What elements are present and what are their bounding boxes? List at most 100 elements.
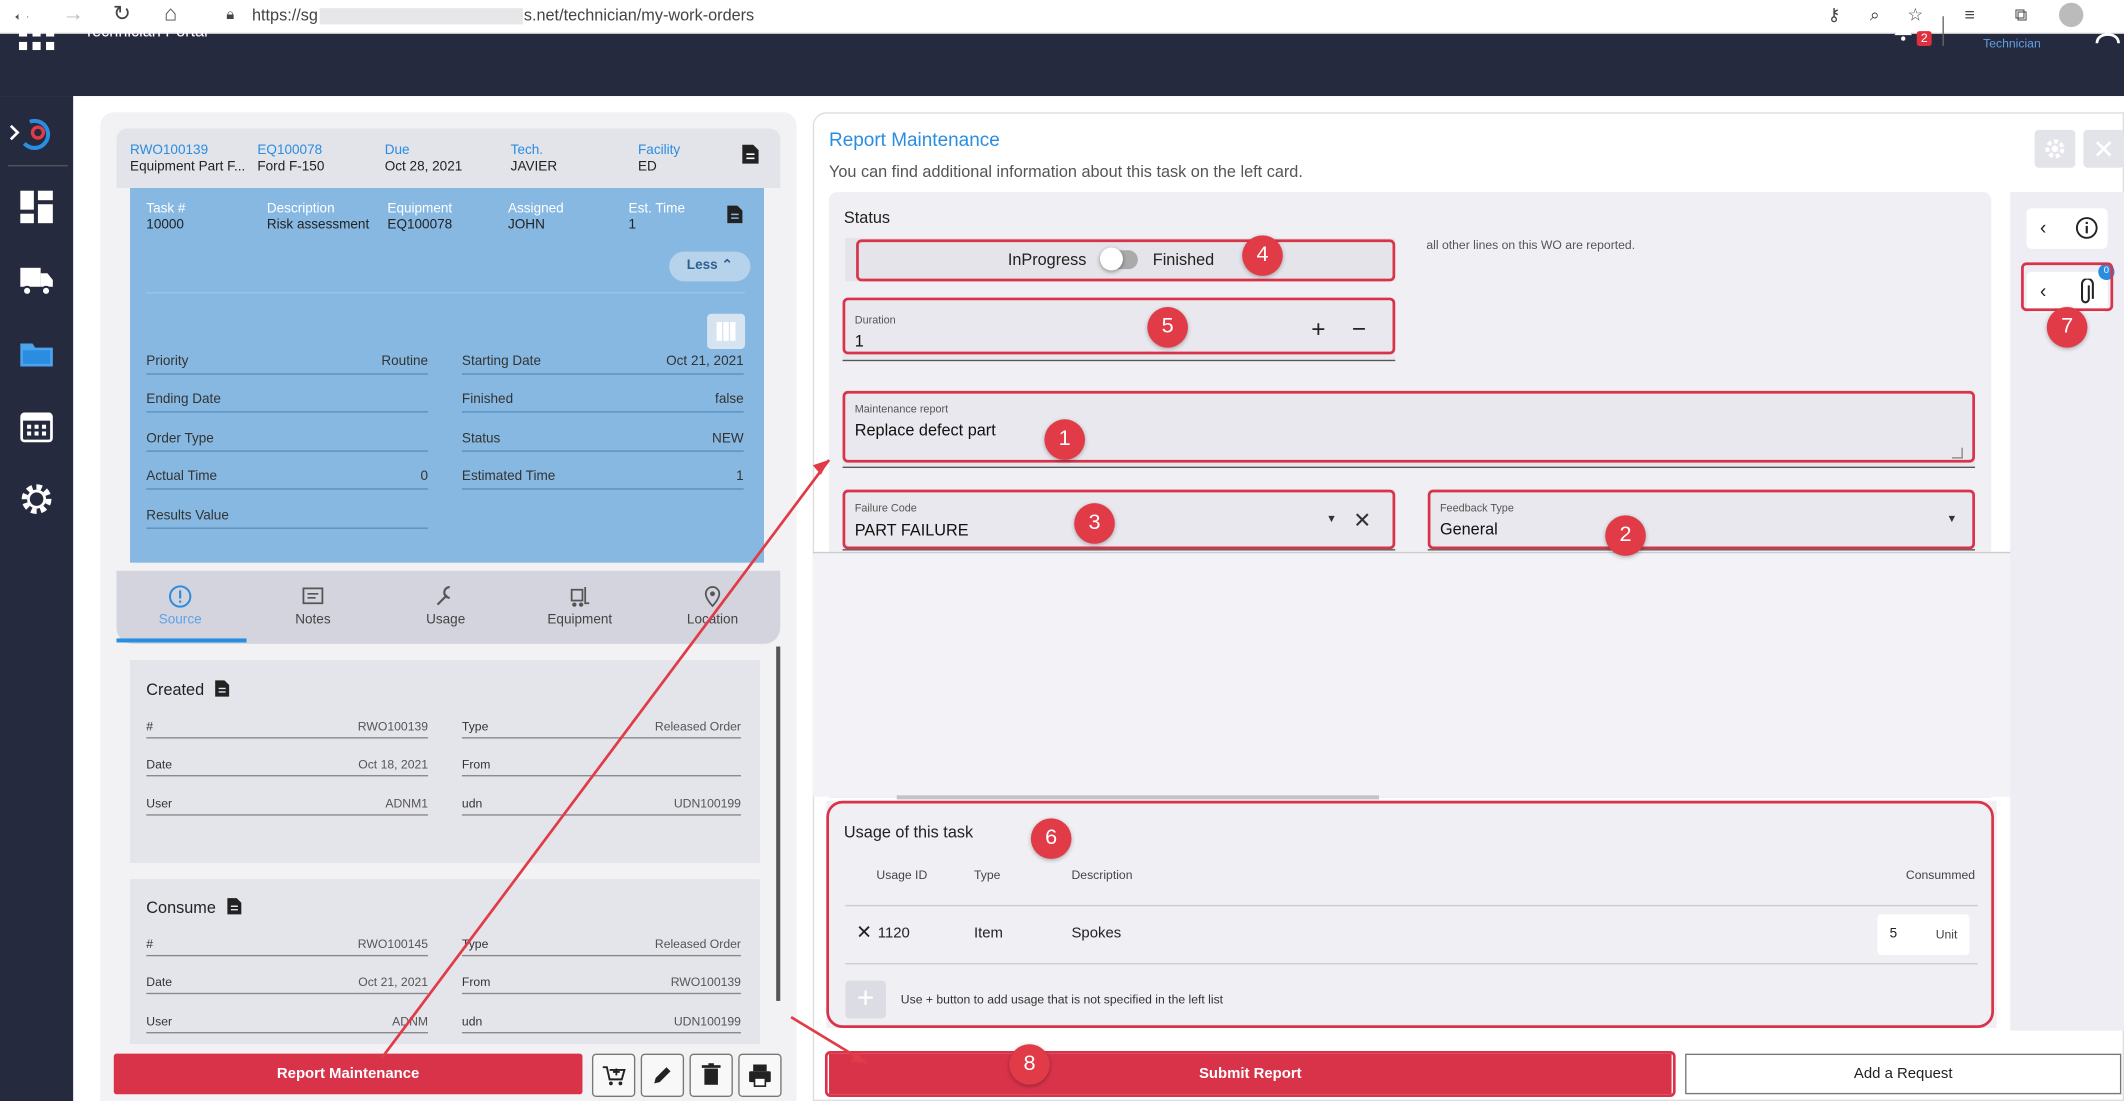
user-icon[interactable] (2093, 16, 2123, 46)
wo-title: Equipment Part F... (130, 159, 246, 175)
logo-icon[interactable] (8, 114, 59, 152)
created-type: Type Released Order (461, 719, 741, 739)
tab-label: Notes (295, 612, 331, 628)
profile-icon[interactable] (2058, 2, 2084, 28)
field-starting-date: Starting Date Oct 21, 2021 (461, 354, 744, 375)
forward-icon[interactable]: → (60, 3, 87, 27)
row-value: RWO100139 (670, 975, 741, 989)
wo-equipment-id[interactable]: EQ100078 (257, 143, 322, 158)
row-label: From (461, 757, 491, 771)
wo-facility-value: ED (638, 159, 657, 175)
wo-facility-label: Facility (638, 143, 681, 159)
browser-toolbar: ← → ↻ ⌂ 🔒︎ https://sgs.net/technician/my… (0, 0, 2124, 34)
work-order-header[interactable] (116, 128, 781, 189)
row-value: RWO100145 (357, 937, 429, 951)
less-button[interactable]: Less ⌃ (669, 251, 751, 282)
wo-id[interactable]: RWO100139 (130, 143, 208, 158)
row-label: Type (461, 719, 489, 734)
task-value-est-time: 1 (628, 217, 637, 233)
tab-usage[interactable]: Usage (391, 584, 499, 628)
field-value: 1 (736, 469, 744, 485)
row-value: Released Order (654, 719, 741, 734)
notes-icon (302, 587, 324, 605)
calendar-icon[interactable] (18, 407, 56, 445)
report-form-empty-area (812, 551, 2124, 797)
field-finished: Finished false (461, 392, 744, 413)
columns-button[interactable] (707, 313, 746, 349)
user-role: Technician (1983, 36, 2041, 51)
consume-type: Type Released Order (461, 937, 741, 957)
task-document-icon[interactable] (726, 204, 744, 224)
row-label: udn (461, 796, 483, 811)
columns-icon (716, 321, 736, 341)
task-value-number: 10000 (146, 217, 184, 233)
field-label: Actual Time (146, 469, 218, 485)
dashboard-icon[interactable] (18, 188, 56, 226)
report-maintenance-button[interactable]: Report Maintenance (113, 1053, 583, 1095)
bell-icon[interactable] (1891, 18, 1915, 42)
marker-7: 7 (2046, 307, 2088, 348)
truck-icon[interactable] (18, 261, 56, 299)
report-subtitle: You can find additional information abou… (829, 162, 1303, 182)
field-label: Finished (461, 392, 514, 408)
marker-5: 5 (1147, 307, 1188, 348)
tab-location[interactable]: Location (658, 584, 766, 628)
row-value: ADNM (392, 1014, 429, 1028)
wrench-icon (436, 585, 450, 606)
zoom-icon[interactable]: ⌕ (1861, 3, 1888, 27)
field-ending-date: Ending Date (146, 392, 429, 413)
row-value: Oct 18, 2021 (358, 757, 429, 771)
apps-grid-icon[interactable] (18, 14, 55, 51)
tab-source[interactable]: Source (126, 584, 234, 628)
row-label: User (146, 796, 173, 811)
field-order-type: Order Type (146, 431, 429, 452)
info-icon (2075, 217, 2098, 239)
field-label: Estimated Time (461, 469, 556, 485)
settings-icon[interactable] (18, 480, 56, 518)
tab-label: Source (158, 612, 202, 628)
edit-button[interactable] (640, 1053, 685, 1097)
consume-from: From RWO100139 (461, 975, 741, 995)
tab-equipment[interactable]: Equipment (526, 584, 634, 628)
row-label: Type (461, 937, 489, 951)
less-label: Less (686, 258, 718, 274)
delete-button[interactable] (689, 1053, 733, 1097)
marker-6: 6 (1030, 818, 1072, 859)
add-to-cart-button[interactable] (591, 1053, 636, 1097)
favorites-list-icon[interactable]: ≡ (1956, 3, 1983, 27)
report-settings-button[interactable] (2034, 129, 2076, 168)
created-number: # RWO100139 (146, 720, 428, 739)
status-label: Status (843, 208, 891, 228)
folder-icon[interactable] (18, 334, 56, 372)
marker-4: 4 (1242, 235, 1283, 276)
close-report-button[interactable] (2083, 129, 2124, 168)
row-value: UDN100199 (673, 796, 741, 811)
consume-date: Date Oct 21, 2021 (146, 975, 428, 995)
wo-equipment-name: Ford F-150 (257, 159, 325, 175)
document-icon[interactable] (741, 143, 760, 165)
url-redacted (319, 7, 523, 25)
key-icon[interactable]: ⚷ (1821, 3, 1848, 27)
row-label: User (146, 1014, 173, 1028)
row-label: # (146, 719, 154, 734)
tab-label: Location (686, 612, 739, 628)
left-scrollbar[interactable] (776, 646, 781, 1001)
form-scroll-indicator (896, 795, 1379, 800)
address-bar[interactable]: https://sg s.net/technician/my-work-order… (252, 5, 754, 24)
task-card (130, 188, 764, 563)
forklift-icon (570, 587, 590, 607)
consume-document-icon[interactable] (226, 897, 242, 916)
task-header-est-time: Est. Time (628, 201, 686, 217)
tab-notes[interactable]: Notes (259, 584, 367, 628)
created-title: Created (146, 680, 205, 700)
cart-add-icon (602, 1066, 626, 1086)
lock-icon[interactable]: 🔒︎ (217, 3, 244, 27)
row-label: # (146, 937, 154, 951)
print-button[interactable] (738, 1053, 782, 1097)
task-header-description: Description (266, 201, 335, 217)
chevron-up-icon: ⌃ (721, 258, 733, 274)
row-value: UDN100199 (673, 1014, 741, 1028)
created-document-icon[interactable] (214, 679, 230, 698)
add-request-button[interactable]: Add a Request (1685, 1053, 2122, 1095)
info-toggle-button[interactable]: ‹ (2026, 208, 2108, 249)
